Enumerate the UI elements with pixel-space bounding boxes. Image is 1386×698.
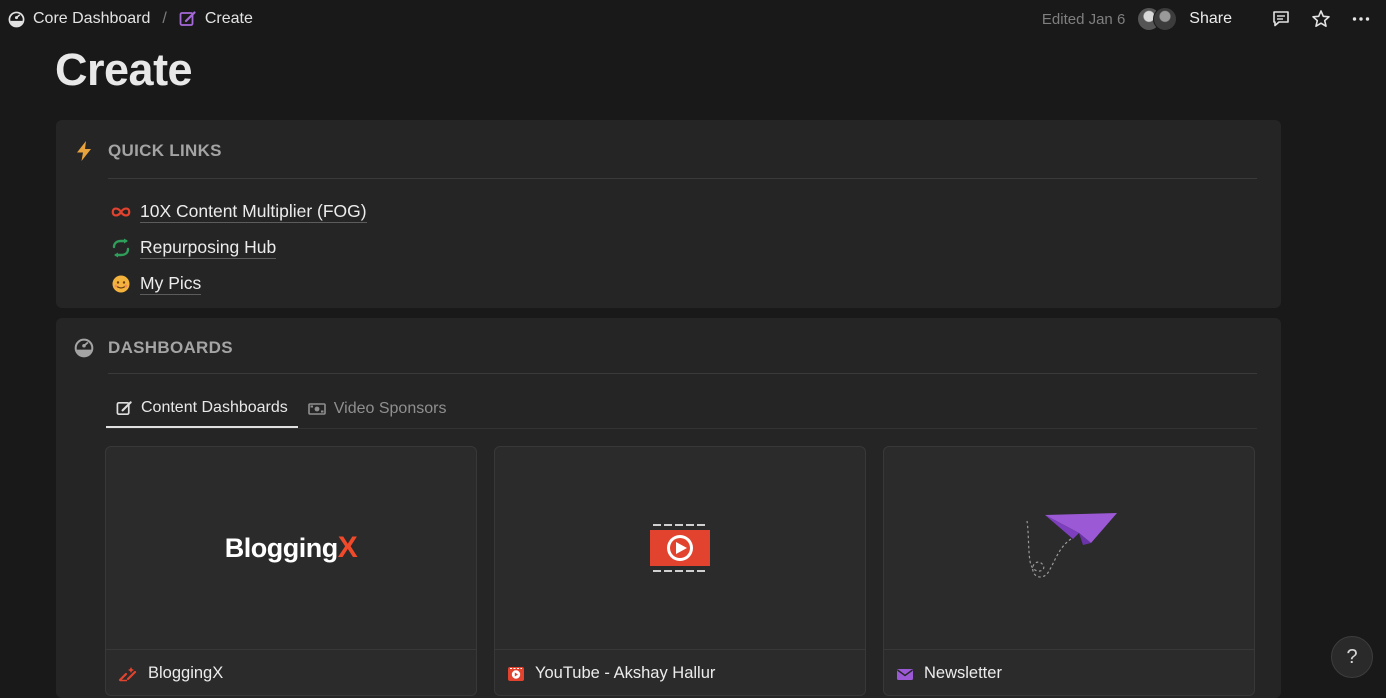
tab-content-dashboards[interactable]: Content Dashboards — [106, 390, 298, 428]
dashboards-heading: DASHBOARDS — [108, 338, 233, 357]
infinity-icon — [111, 207, 131, 217]
tab-video-sponsors[interactable]: Video Sponsors — [298, 390, 457, 428]
bloggingx-logo: BloggingX — [224, 531, 358, 564]
edit-icon — [116, 400, 132, 415]
card-footer: BloggingX — [106, 649, 476, 695]
quick-links-panel: QUICK LINKS 10X Content Multiplier (FOG)… — [56, 120, 1281, 308]
card-title: BloggingX — [148, 664, 224, 682]
dashboards-header: DASHBOARDS — [74, 338, 233, 358]
divider — [108, 178, 1257, 179]
tab-label: Video Sponsors — [333, 400, 447, 417]
star-icon[interactable] — [1310, 8, 1332, 30]
edited-timestamp: Edited Jan 6 — [1041, 10, 1126, 28]
paper-plane-illustration — [1026, 513, 1117, 578]
card-cover — [884, 447, 1254, 649]
quick-link-my-pics[interactable]: My Pics — [110, 266, 367, 302]
money-icon — [307, 403, 326, 415]
share-button[interactable]: Share — [1189, 10, 1232, 28]
repeat-icon — [112, 238, 130, 258]
quick-link-label: My Pics — [140, 273, 202, 295]
quick-links-list: 10X Content Multiplier (FOG) Repurposing… — [110, 194, 367, 302]
breadcrumb: Core Dashboard / Create — [8, 10, 253, 28]
breadcrumb-current-label: Create — [204, 10, 253, 27]
breadcrumb-separator: / — [162, 10, 167, 27]
quick-link-content-multiplier[interactable]: 10X Content Multiplier (FOG) — [110, 194, 367, 230]
tab-label: Content Dashboards — [141, 399, 288, 416]
breadcrumb-parent-label: Core Dashboard — [33, 10, 151, 27]
face-emoji-icon — [112, 275, 130, 293]
card-cover: BloggingX — [106, 447, 476, 649]
dashboard-tabs: Content Dashboards Video Sponsors — [106, 390, 456, 428]
card-title: YouTube - Akshay Hallur — [535, 664, 716, 682]
card-footer: YouTube - Akshay Hallur — [495, 649, 865, 695]
envelope-icon — [897, 668, 913, 680]
dashboard-card-youtube[interactable]: YouTube - Akshay Hallur — [494, 446, 866, 696]
pen-sparkle-icon — [118, 666, 137, 681]
dashboards-panel: DASHBOARDS Content Dashboards Video Spon… — [56, 318, 1281, 698]
more-icon[interactable] — [1350, 8, 1372, 30]
dashboard-card-newsletter[interactable]: Newsletter — [883, 446, 1255, 696]
top-actions: Edited Jan 6 Share — [1042, 0, 1372, 38]
dashboard-gauge-icon — [74, 338, 94, 358]
card-title: Newsletter — [924, 664, 1002, 682]
lightning-icon — [77, 141, 91, 161]
avatar[interactable] — [1153, 7, 1178, 31]
card-footer: Newsletter — [884, 649, 1254, 695]
dashboard-gauge-icon — [8, 11, 25, 27]
play-square-icon — [508, 666, 524, 681]
tabs-divider — [106, 428, 1257, 429]
dashboard-card-bloggingx[interactable]: BloggingX BloggingX — [105, 446, 477, 696]
quick-link-label: 10X Content Multiplier (FOG) — [140, 201, 367, 223]
quick-links-header: QUICK LINKS — [74, 140, 222, 162]
collaborator-avatars[interactable] — [1137, 7, 1178, 31]
card-cover — [495, 447, 865, 649]
page-title: Create — [55, 44, 193, 95]
breadcrumb-current[interactable]: Create — [179, 10, 253, 28]
comment-icon[interactable] — [1270, 8, 1292, 30]
video-player-illustration — [649, 523, 711, 573]
top-bar: Core Dashboard / Create Edited Jan 6 Sha… — [0, 0, 1386, 38]
edit-icon — [179, 11, 196, 26]
divider — [108, 373, 1257, 374]
quick-link-repurposing-hub[interactable]: Repurposing Hub — [110, 230, 367, 266]
quick-links-heading: QUICK LINKS — [108, 141, 222, 160]
help-button[interactable]: ? — [1331, 636, 1373, 678]
breadcrumb-parent[interactable]: Core Dashboard — [8, 10, 150, 28]
quick-link-label: Repurposing Hub — [140, 237, 277, 259]
